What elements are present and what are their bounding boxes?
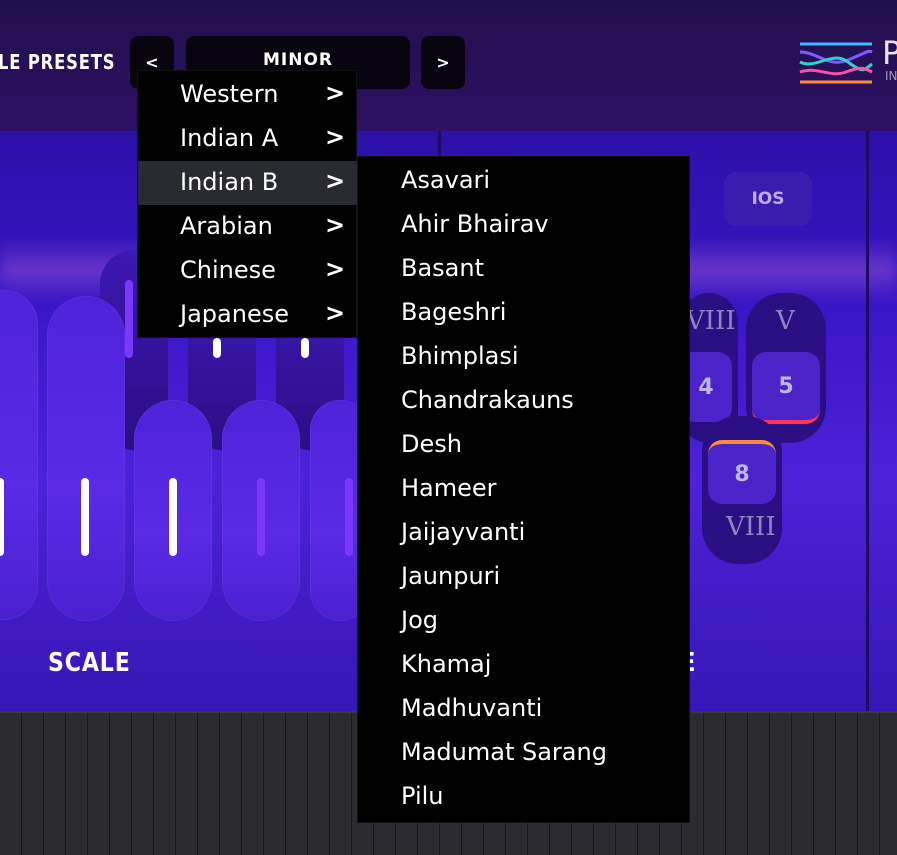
logo-text: P bbox=[882, 34, 897, 72]
menu-item-western[interactable]: Western > bbox=[138, 73, 358, 117]
ios-button[interactable]: IOS bbox=[724, 172, 812, 226]
mode-face[interactable]: 8 bbox=[708, 440, 776, 504]
menu-item-label: Indian B bbox=[180, 168, 279, 196]
panel-divider bbox=[866, 131, 869, 711]
indian-b-submenu: Asavari Ahir Bhairav Basant Bageshri Bhi… bbox=[357, 156, 690, 823]
scale-section-title: SCALE bbox=[48, 648, 131, 678]
scale-note-indicator bbox=[0, 478, 4, 556]
submenu-item[interactable]: Jaunpuri bbox=[401, 562, 500, 590]
chevron-right-icon: > bbox=[325, 79, 346, 107]
scale-note-indicator bbox=[169, 478, 177, 556]
submenu-item[interactable]: Ahir Bhairav bbox=[401, 210, 549, 238]
submenu-item[interactable]: Chandrakauns bbox=[401, 386, 574, 414]
menu-item-arabian[interactable]: Arabian > bbox=[138, 205, 358, 249]
scale-note-indicator bbox=[81, 478, 89, 556]
menu-item-label: Chinese bbox=[180, 256, 276, 284]
menu-item-chinese[interactable]: Chinese > bbox=[138, 249, 358, 293]
roman-numeral: VIII bbox=[726, 512, 776, 542]
submenu-item[interactable]: Hameer bbox=[401, 474, 497, 502]
menu-item-label: Indian A bbox=[180, 124, 279, 152]
scale-note-indicator bbox=[257, 478, 265, 556]
submenu-item[interactable]: Khamaj bbox=[401, 650, 491, 678]
logo-subtext: IN bbox=[885, 69, 897, 83]
submenu-item[interactable]: Jog bbox=[401, 606, 438, 634]
roman-numeral: VIII bbox=[686, 306, 736, 336]
menu-item-label: Arabian bbox=[180, 212, 273, 240]
chevron-right-icon: > bbox=[325, 123, 346, 151]
menu-item-japanese[interactable]: Japanese > bbox=[138, 293, 358, 337]
menu-item-label: Western bbox=[180, 80, 279, 108]
next-preset-button[interactable]: > bbox=[421, 36, 465, 89]
submenu-item[interactable]: Bageshri bbox=[401, 298, 506, 326]
submenu-item[interactable]: Jaijayvanti bbox=[401, 518, 525, 546]
menu-item-indian-a[interactable]: Indian A > bbox=[138, 117, 358, 161]
submenu-item[interactable]: Pilu bbox=[401, 782, 444, 810]
submenu-item[interactable]: Madumat Sarang bbox=[401, 738, 607, 766]
logo-wave-icon bbox=[799, 42, 873, 84]
chevron-right-icon: > bbox=[325, 255, 346, 283]
submenu-item[interactable]: Asavari bbox=[401, 166, 490, 194]
menu-item-label: Japanese bbox=[180, 300, 289, 328]
scale-note-indicator bbox=[345, 478, 353, 556]
scale-category-menu: Western > Indian A > Indian B > Arabian … bbox=[137, 70, 358, 338]
scale-note-indicator bbox=[301, 338, 309, 358]
submenu-item[interactable]: Basant bbox=[401, 254, 484, 282]
scale-note-indicator bbox=[213, 338, 221, 358]
chevron-right-icon: > bbox=[325, 211, 346, 239]
submenu-item[interactable]: Madhuvanti bbox=[401, 694, 542, 722]
chevron-right-icon: > bbox=[325, 299, 346, 327]
chevron-right-icon: > bbox=[325, 167, 346, 195]
scale-key[interactable] bbox=[0, 290, 38, 620]
scale-key[interactable] bbox=[47, 296, 125, 621]
mode-face[interactable]: 5 bbox=[752, 352, 820, 424]
menu-item-indian-b[interactable]: Indian B > bbox=[138, 161, 358, 205]
submenu-item[interactable]: Desh bbox=[401, 430, 462, 458]
scale-note-indicator bbox=[125, 280, 133, 358]
scale-presets-label: LE PRESETS bbox=[0, 50, 116, 74]
roman-numeral: V bbox=[776, 306, 795, 336]
submenu-item[interactable]: Bhimplasi bbox=[401, 342, 519, 370]
